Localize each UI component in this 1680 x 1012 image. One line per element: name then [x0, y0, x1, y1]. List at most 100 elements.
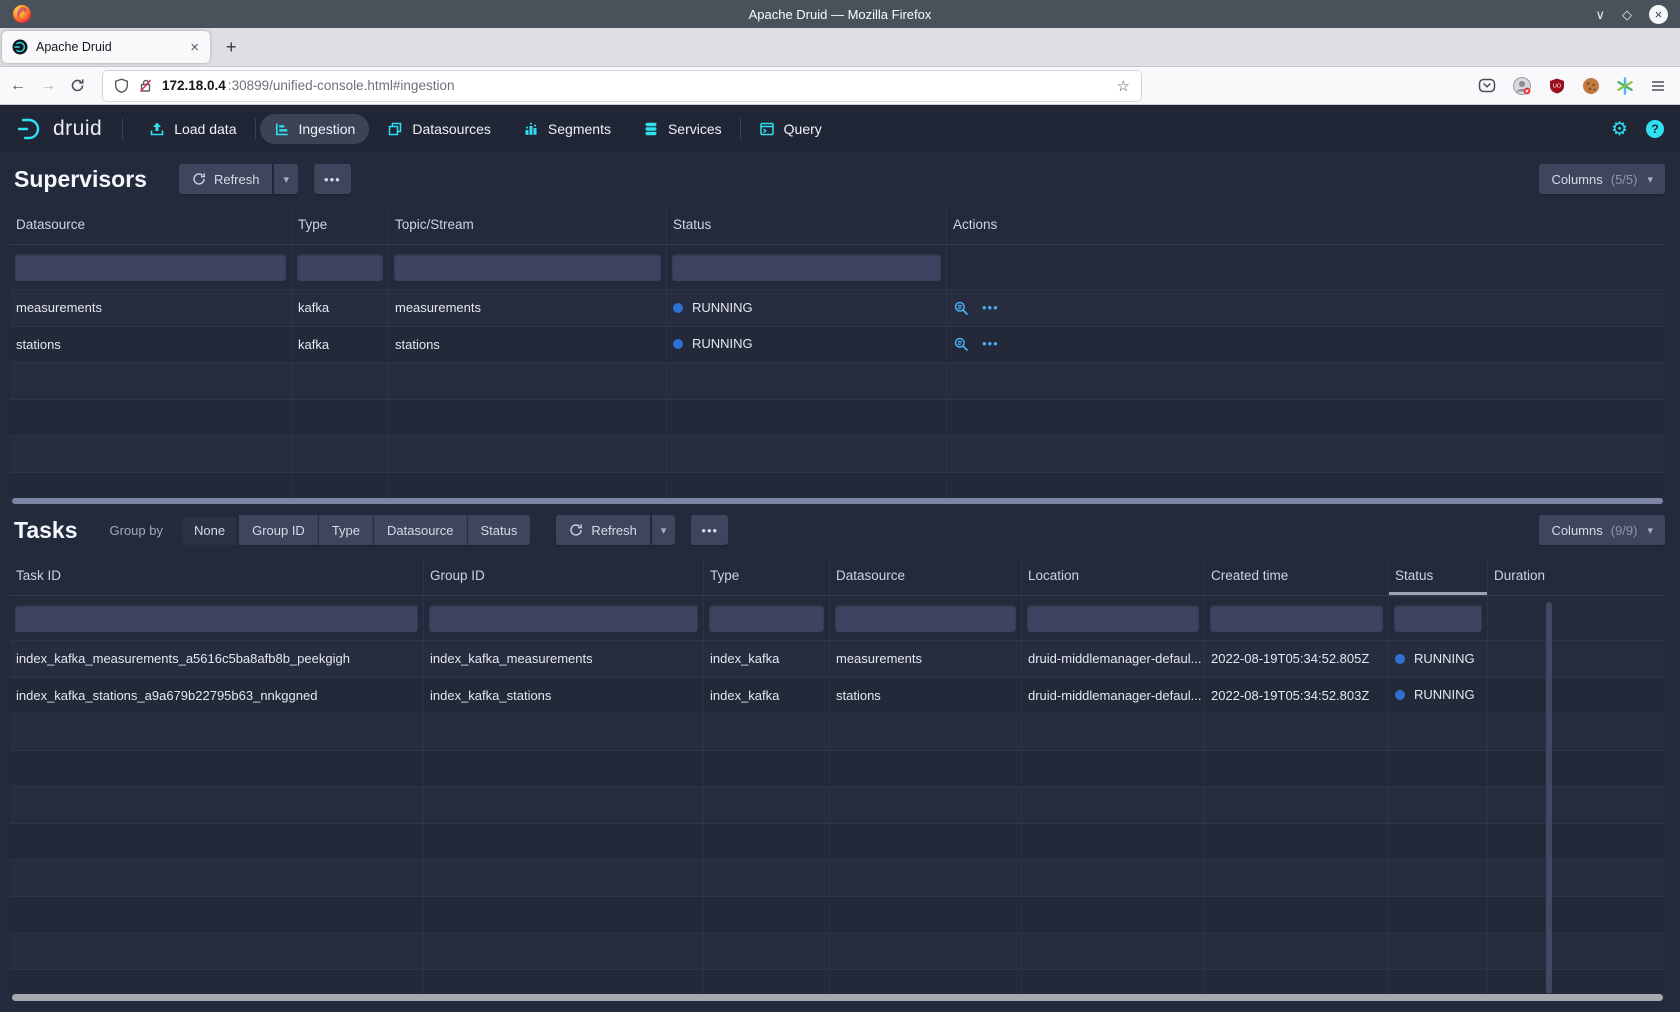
column-header-created-time[interactable]: Created time: [1205, 556, 1389, 595]
group-by-group-id-button[interactable]: Group ID: [238, 515, 318, 545]
status-dot: [673, 339, 683, 349]
filter-status-input[interactable]: [1394, 605, 1482, 632]
tracking-shield-icon[interactable]: [114, 78, 129, 93]
column-header-actions[interactable]: Actions: [947, 205, 1665, 244]
supervisors-horizontal-scrollbar[interactable]: [10, 497, 1665, 504]
inspect-magnifier-icon[interactable]: [953, 300, 969, 316]
load-data-icon: [149, 121, 165, 137]
supervisors-columns-button[interactable]: Columns (5/5) ▾: [1539, 164, 1665, 194]
nav-item-load-data[interactable]: Load data: [135, 114, 250, 144]
supervisor-row[interactable]: measurements kafka measurements RUNNING: [10, 290, 1665, 327]
cell-task-id[interactable]: index_kafka_measurements_a5616c5ba8afb8b…: [10, 641, 424, 677]
close-icon[interactable]: ×: [1649, 5, 1668, 24]
supervisors-refresh-button[interactable]: Refresh: [179, 164, 273, 194]
filter-type-input[interactable]: [709, 605, 824, 632]
column-header-datasource[interactable]: Datasource: [830, 556, 1022, 595]
nav-item-segments[interactable]: Segments: [509, 114, 625, 144]
column-header-status[interactable]: Status: [667, 205, 947, 244]
filter-datasource-input[interactable]: [15, 254, 286, 281]
tab-apache-druid[interactable]: Apache Druid ×: [2, 31, 210, 63]
column-header-datasource[interactable]: Datasource: [10, 205, 292, 244]
empty-cell: [10, 714, 424, 750]
supervisors-more-button[interactable]: •••: [314, 164, 351, 194]
group-by-datasource-button[interactable]: Datasource: [373, 515, 466, 545]
nav-item-services[interactable]: Services: [629, 114, 736, 144]
empty-row: [10, 933, 1665, 970]
filter-task-id-input[interactable]: [15, 605, 418, 632]
column-header-type[interactable]: Type: [292, 205, 389, 244]
nav-item-query[interactable]: Query: [745, 114, 836, 144]
column-header-location[interactable]: Location: [1022, 556, 1205, 595]
column-header-type[interactable]: Type: [704, 556, 830, 595]
filter-group-id-input[interactable]: [429, 605, 698, 632]
insecure-lock-icon[interactable]: [138, 78, 153, 93]
cell-status: RUNNING: [667, 327, 947, 363]
row-more-icon[interactable]: •••: [982, 327, 999, 363]
tasks-vertical-scrollbar[interactable]: [1546, 602, 1552, 994]
back-icon[interactable]: ←: [10, 78, 26, 94]
supervisors-refresh-caret-button[interactable]: ▾: [274, 164, 298, 194]
addon-asterisk-icon[interactable]: [1616, 77, 1634, 95]
url-bar[interactable]: 172.18.0.4 :30899/unified-console.html#i…: [103, 71, 1141, 101]
tasks-refresh-caret-button[interactable]: ▾: [652, 515, 676, 545]
column-header-topic-stream[interactable]: Topic/Stream: [389, 205, 667, 244]
group-by-none-button[interactable]: None: [181, 515, 238, 545]
refresh-label: Refresh: [214, 172, 260, 187]
maximize-icon[interactable]: ◇: [1622, 8, 1632, 21]
empty-row: [10, 860, 1665, 897]
pocket-icon[interactable]: [1478, 77, 1496, 95]
cell-datasource[interactable]: stations: [10, 327, 292, 363]
empty-cell: [10, 363, 292, 399]
filter-status-input[interactable]: [672, 254, 941, 281]
supervisors-refresh-group: Refresh ▾: [179, 164, 298, 194]
inspect-magnifier-icon[interactable]: [953, 336, 969, 352]
minimize-icon[interactable]: ∨: [1595, 8, 1605, 21]
cell-type: kafka: [292, 290, 389, 326]
filter-created-time-input[interactable]: [1210, 605, 1383, 632]
column-header-task-id[interactable]: Task ID: [10, 556, 424, 595]
settings-gear-icon[interactable]: ⚙: [1611, 120, 1628, 139]
tasks-columns-button[interactable]: Columns (9/9) ▾: [1539, 515, 1665, 545]
group-by-type-button[interactable]: Type: [318, 515, 373, 545]
empty-cell: [1022, 824, 1205, 860]
filter-datasource-input[interactable]: [835, 605, 1016, 632]
druid-logo[interactable]: druid: [16, 116, 102, 142]
nav-item-datasources[interactable]: Datasources: [373, 114, 505, 144]
ublock-icon[interactable]: UO: [1548, 77, 1566, 95]
bookmark-star-icon[interactable]: ☆: [1117, 77, 1130, 95]
more-icon: •••: [701, 523, 718, 538]
empty-cell: [1205, 860, 1389, 896]
tasks-refresh-button[interactable]: Refresh: [556, 515, 650, 545]
empty-cell: [424, 897, 704, 933]
nav-item-ingestion[interactable]: Ingestion: [260, 114, 370, 144]
filter-location-input[interactable]: [1027, 605, 1199, 632]
new-tab-button[interactable]: +: [226, 37, 237, 58]
menu-icon[interactable]: [1650, 78, 1666, 94]
scrollbar-thumb[interactable]: [12, 994, 1663, 1001]
help-icon[interactable]: ?: [1646, 120, 1664, 138]
cell-task-id[interactable]: index_kafka_stations_a9a679b22795b63_nnk…: [10, 678, 424, 714]
cookie-icon[interactable]: [1582, 77, 1600, 95]
tasks-horizontal-scrollbar[interactable]: [10, 993, 1665, 1001]
task-row[interactable]: index_kafka_stations_a9a679b22795b63_nnk…: [10, 678, 1665, 715]
reload-icon[interactable]: [70, 78, 85, 93]
brand-text: druid: [53, 117, 102, 141]
empty-cell: [10, 436, 292, 472]
tasks-more-button[interactable]: •••: [691, 515, 728, 545]
row-more-icon[interactable]: •••: [982, 290, 999, 326]
group-by-status-button[interactable]: Status: [467, 515, 531, 545]
column-header-group-id[interactable]: Group ID: [424, 556, 704, 595]
task-row[interactable]: index_kafka_measurements_a5616c5ba8afb8b…: [10, 641, 1665, 678]
filter-topic-input[interactable]: [394, 254, 661, 281]
empty-cell: [1488, 787, 1665, 823]
empty-cell: [389, 473, 667, 498]
column-header-duration[interactable]: Duration: [1488, 556, 1665, 595]
account-icon[interactable]: [1512, 76, 1532, 96]
scrollbar-thumb[interactable]: [12, 498, 1663, 504]
filter-type-input[interactable]: [297, 254, 383, 281]
supervisor-row[interactable]: stations kafka stations RUNNING •••: [10, 327, 1665, 364]
tab-close-icon[interactable]: ×: [187, 39, 202, 56]
tasks-table-body: index_kafka_measurements_a5616c5ba8afb8b…: [10, 641, 1665, 993]
cell-datasource[interactable]: measurements: [10, 290, 292, 326]
column-header-status-sorted[interactable]: Status: [1389, 556, 1488, 595]
